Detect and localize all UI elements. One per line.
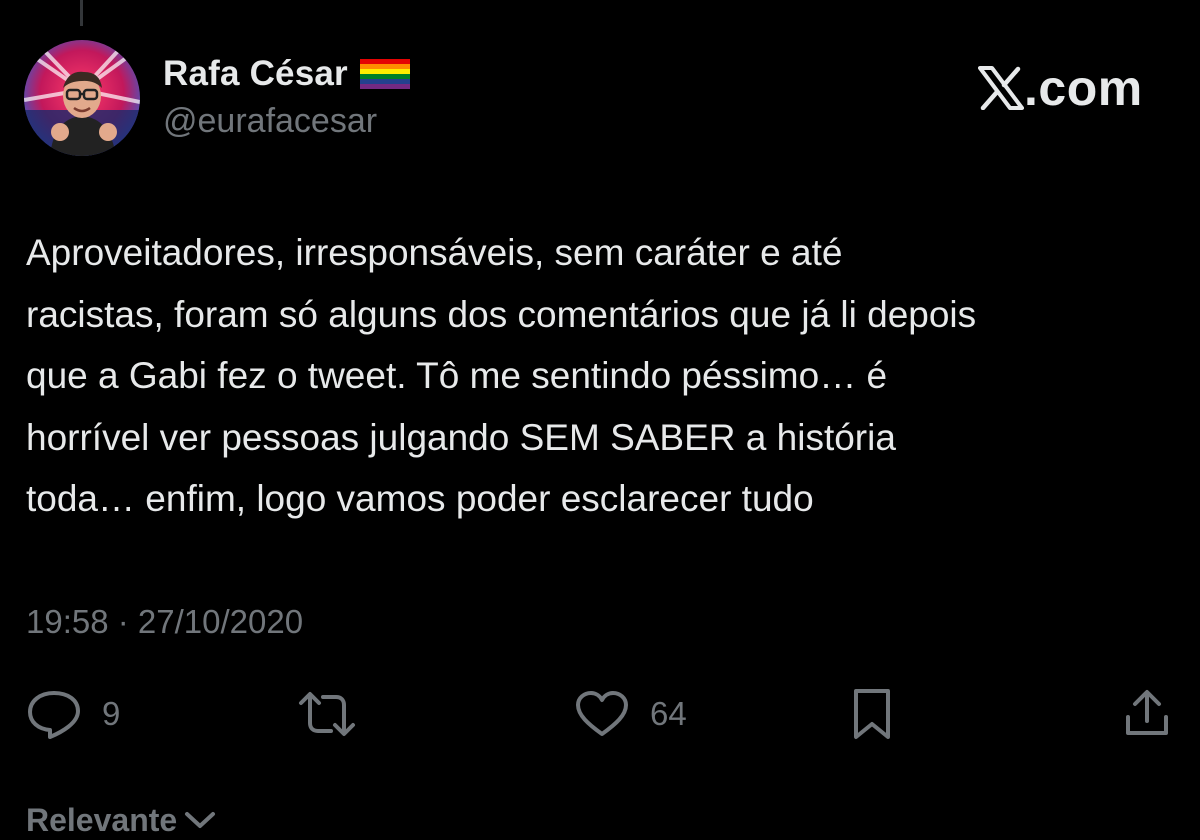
retweet-button[interactable] [297,684,357,744]
brand-domain-label: .com [1024,60,1143,116]
heart-icon [576,691,628,736]
author-name-row[interactable]: Rafa César [163,54,410,94]
share-button[interactable] [1122,684,1172,744]
reply-sort-label: Relevante [26,802,178,838]
reply-count: 9 [102,695,121,732]
tweet-text-line: que a Gabi fez o tweet. Tô me sentindo p… [26,355,888,396]
like-button[interactable]: 64 [574,684,687,744]
reply-sort-dropdown[interactable]: Relevante [26,800,217,840]
author-display-name[interactable]: Rafa César [163,54,348,94]
like-count: 64 [650,695,687,732]
tweet-text-line: horrível ver pessoas julgando SEM SABER … [26,416,896,458]
profile-photo [24,40,140,156]
avatar[interactable] [24,40,140,156]
reply-icon [28,691,80,739]
tweet-text-line: racistas, foram só alguns dos comentário… [26,293,977,335]
bookmark-button[interactable] [848,684,896,744]
reply-button[interactable]: 9 [26,684,120,744]
tweet-text-line: toda… enfim, logo vamos poder esclarecer… [26,478,814,519]
retweet-icon [299,692,355,736]
tweet-timestamp[interactable]: 19:58 · 27/10/2020 [26,600,303,644]
thread-connector-line [80,0,83,26]
tweet-text-line: Aproveitadores, irresponsáveis, sem cará… [26,232,843,273]
tweet-body: Aproveitadores, irresponsáveis, sem cará… [26,222,1186,530]
share-icon [1126,690,1168,735]
x-logo-icon [978,66,1024,110]
brand-watermark: .com [978,60,1143,116]
tweet-action-bar: 9 64 [0,684,1200,744]
bookmark-icon [854,689,890,739]
author-handle[interactable]: @eurafacesar [163,101,377,141]
rainbow-flag-icon [359,59,410,89]
